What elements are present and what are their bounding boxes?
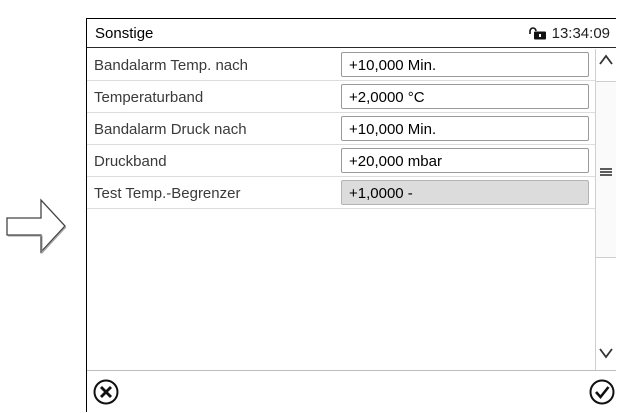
parameter-value: +10,000 Min. (349, 57, 437, 74)
list-item: Temperaturband +2,0000 °C (87, 81, 595, 113)
parameter-value-field[interactable]: +10,000 Min. (341, 116, 589, 141)
chevron-down-icon[interactable] (598, 346, 614, 360)
header-bar: Sonstige 13:34:09 (87, 19, 616, 48)
grip-lines-icon (600, 168, 612, 176)
parameter-label: Bandalarm Temp. nach (94, 57, 248, 74)
list-item: Bandalarm Temp. nach +10,000 Min. (87, 49, 595, 81)
parameter-value-field[interactable]: +10,000 Min. (341, 52, 589, 77)
parameter-value: +1,0000 - (349, 185, 413, 202)
parameter-value: +10,000 Min. (349, 121, 437, 138)
parameter-value-field-readonly: +1,0000 - (341, 180, 589, 205)
list-item: Bandalarm Druck nach +10,000 Min. (87, 113, 595, 145)
cancel-circle-icon[interactable] (93, 379, 119, 405)
parameter-value-field[interactable]: +2,0000 °C (341, 84, 589, 109)
right-arrow-icon (5, 197, 67, 257)
clock-time: 13:34:09 (551, 25, 610, 42)
check-circle-icon[interactable] (589, 379, 615, 405)
chevron-up-icon[interactable] (598, 53, 614, 67)
scroll-thumb[interactable] (595, 81, 616, 258)
parameter-value: +20,000 mbar (349, 153, 442, 170)
parameter-value-field[interactable]: +20,000 mbar (341, 148, 589, 173)
list-item: Druckband +20,000 mbar (87, 145, 595, 177)
parameter-label: Temperaturband (94, 89, 204, 106)
parameter-label: Test Temp.-Begrenzer (94, 185, 241, 202)
scrollbar[interactable] (595, 49, 616, 370)
parameter-list: Bandalarm Temp. nach +10,000 Min. Temper… (87, 49, 595, 209)
unlock-icon (528, 27, 546, 40)
parameter-label: Bandalarm Druck nach (94, 121, 247, 138)
settings-panel: Sonstige 13:34:09 Bandalarm Temp. nach +… (86, 18, 616, 412)
footer-bar (87, 370, 616, 413)
list-item: Test Temp.-Begrenzer +1,0000 - (87, 177, 595, 209)
clock: 13:34:09 (528, 25, 610, 42)
parameter-label: Druckband (94, 153, 167, 170)
page-title: Sonstige (95, 25, 154, 42)
parameter-value: +2,0000 °C (349, 89, 425, 106)
